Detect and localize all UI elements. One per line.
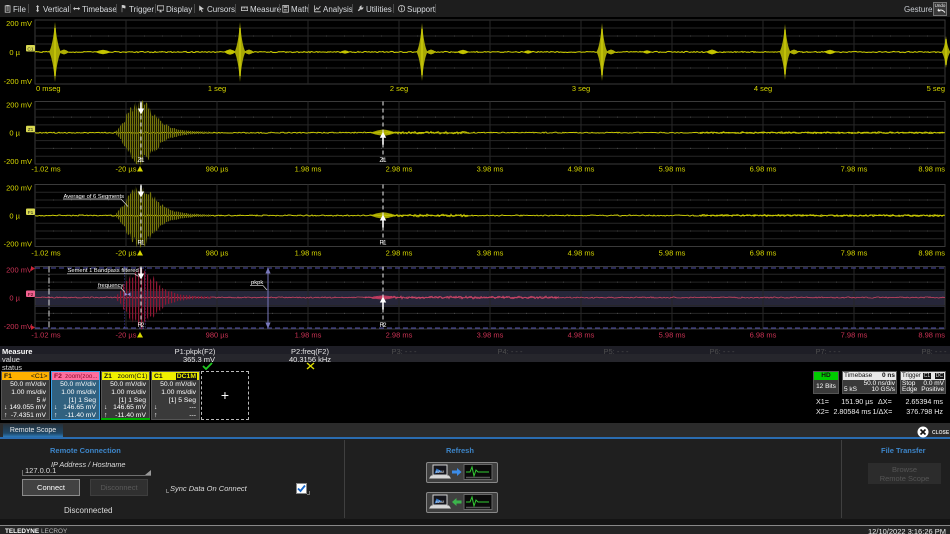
svg-text:Sement 1 Bandpass filtered: Sement 1 Bandpass filtered	[68, 268, 139, 274]
svg-text:1.98 ms: 1.98 ms	[295, 331, 322, 340]
svg-text:-20 µs: -20 µs	[116, 331, 137, 340]
svg-text:4.98 ms: 4.98 ms	[568, 331, 595, 340]
svg-text:-200 mV: -200 mV	[4, 322, 32, 331]
svg-text:MAUI: MAUI	[436, 470, 445, 474]
svg-text:6.98 ms: 6.98 ms	[750, 331, 777, 340]
svg-text:980 µs: 980 µs	[206, 331, 229, 340]
svg-text:200 mV: 200 mV	[6, 266, 32, 275]
svg-text:8.98 ms: 8.98 ms	[918, 331, 945, 340]
svg-text:3.98 ms: 3.98 ms	[477, 331, 504, 340]
svg-text:MAUI: MAUI	[436, 500, 445, 504]
svg-text:pkpk: pkpk	[251, 280, 263, 286]
svg-text:2.98 ms: 2.98 ms	[386, 331, 413, 340]
svg-text:0 µ: 0 µ	[9, 294, 20, 303]
svg-text:7.98 ms: 7.98 ms	[841, 331, 868, 340]
svg-text:F2: F2	[28, 292, 34, 298]
svg-text:F2: F2	[137, 323, 145, 329]
svg-text:F2: F2	[379, 323, 387, 329]
svg-text:5.98 ms: 5.98 ms	[659, 331, 686, 340]
svg-text:-1.02 ms: -1.02 ms	[31, 331, 60, 340]
